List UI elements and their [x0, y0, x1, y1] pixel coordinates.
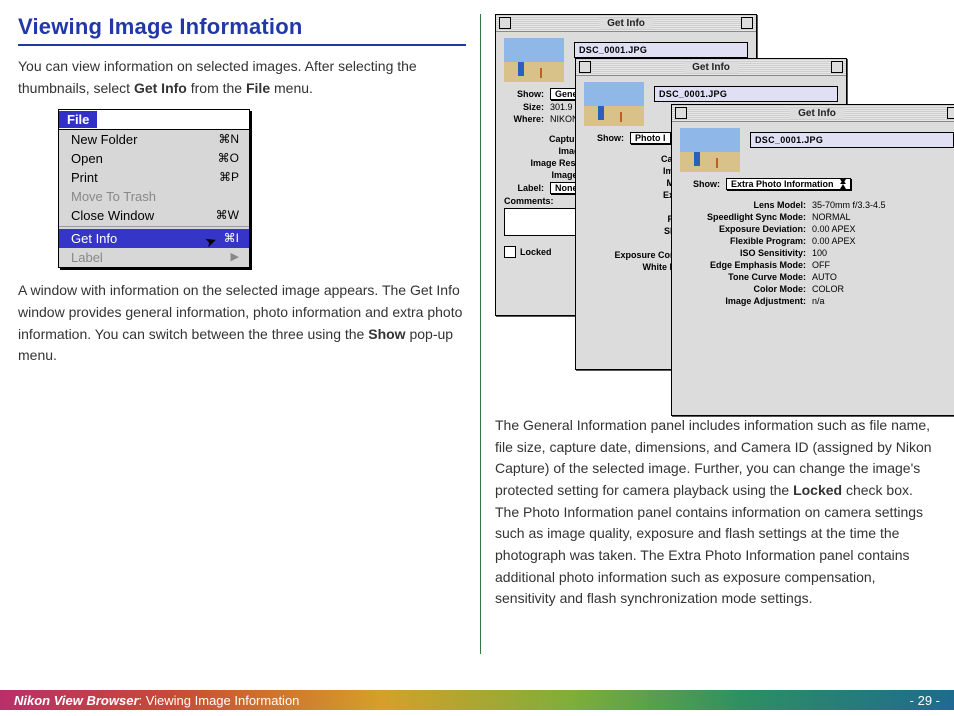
submenu-arrow-icon: ▶: [231, 250, 239, 265]
zoom-icon[interactable]: [831, 61, 843, 73]
info-label: Flexible Program:: [680, 236, 806, 246]
thumbnail: [504, 38, 564, 82]
menu-item-label: Close Window: [71, 208, 154, 223]
titlebar: Get Info: [496, 15, 756, 32]
info-value: AUTO: [812, 272, 837, 282]
filename: DSC_0001.JPG: [574, 42, 748, 58]
text: check box. The Photo Information panel c…: [495, 482, 923, 606]
thumbnail: [680, 128, 740, 172]
label: Size:: [504, 102, 544, 112]
menu-item-label: Move To Trash: [71, 189, 156, 204]
intro-paragraph: You can view information on selected ima…: [18, 56, 466, 99]
filename: DSC_0001.JPG: [654, 86, 838, 102]
show-label: Show:: [680, 179, 720, 189]
label: Label:: [504, 183, 544, 193]
show-dropdown[interactable]: Extra Photo Information: [726, 178, 851, 190]
page-footer: Nikon View Browser: Viewing Image Inform…: [0, 690, 954, 710]
window-title: Get Info: [599, 18, 653, 29]
info-value: 0.00 APEX: [812, 236, 856, 246]
menu-item-open[interactable]: Open ⌘O: [59, 149, 249, 168]
info-label: Color Mode:: [680, 284, 806, 294]
dropdown-arrows-icon: [840, 179, 846, 189]
text: from the: [187, 80, 246, 96]
file-menu: File New Folder ⌘N Open ⌘O Print ⌘P Move To Tr…: [58, 109, 250, 268]
show-label: Show:: [584, 133, 624, 143]
dropdown-value: Photo I: [635, 133, 666, 143]
info-label: Lens Model:: [680, 200, 806, 210]
info-label: Tone Curve Mode:: [680, 272, 806, 282]
window-title: Get Info: [684, 62, 738, 73]
info-value: COLOR: [812, 284, 844, 294]
filename: DSC_0001.JPG: [750, 132, 954, 148]
info-label: Exposure Deviation:: [680, 224, 806, 234]
footer-section: : Viewing Image Information: [139, 693, 300, 708]
menu-item-label: Open: [71, 151, 103, 166]
text: menu.: [270, 80, 313, 96]
bold-show: Show: [368, 326, 405, 342]
column-divider: [480, 14, 481, 654]
info-value: OFF: [812, 260, 830, 270]
menu-item-label: Label ▶: [59, 248, 249, 267]
info-value: 100: [812, 248, 827, 258]
footer-page: - 29 -: [910, 693, 940, 708]
info-value: NORMAL: [812, 212, 851, 222]
close-icon[interactable]: [579, 61, 591, 73]
label: Where:: [504, 114, 544, 124]
zoom-icon[interactable]: [741, 17, 753, 29]
footer-left: Nikon View Browser: Viewing Image Inform…: [14, 693, 299, 708]
bold-get-info: Get Info: [134, 80, 187, 96]
menu-shortcut: ⌘N: [218, 132, 239, 147]
info-label: Edge Emphasis Mode:: [680, 260, 806, 270]
titlebar: Get Info: [672, 105, 954, 122]
window-cascade: Get Info DSC_0001.JPG Show: Genera: [495, 14, 936, 399]
right-paragraph: The General Information panel includes i…: [495, 415, 936, 610]
menu-item-move-to-trash: Move To Trash: [59, 187, 249, 206]
menu-item-print[interactable]: Print ⌘P: [59, 168, 249, 187]
titlebar: Get Info: [576, 59, 846, 76]
close-icon[interactable]: [499, 17, 511, 29]
info-value: 0.00 APEX: [812, 224, 856, 234]
info-label: Speedlight Sync Mode:: [680, 212, 806, 222]
menu-title-file[interactable]: File: [59, 111, 97, 128]
page-title: Viewing Image Information: [18, 14, 466, 40]
menu-item-get-info[interactable]: Get Info⌘I➤: [59, 229, 249, 248]
dropdown-value: Extra Photo Information: [731, 179, 834, 189]
info-value: 35-70mm f/3.3-4.5: [812, 200, 886, 210]
menu-item-label: Print: [71, 170, 98, 185]
comments-label: Comments:: [504, 196, 562, 206]
menubar: File: [59, 110, 249, 130]
menu-item-label: Label: [71, 250, 103, 265]
explain-paragraph: A window with information on the selecte…: [18, 280, 466, 367]
close-icon[interactable]: [675, 107, 687, 119]
bold-locked: Locked: [793, 482, 842, 498]
info-label: ISO Sensitivity:: [680, 248, 806, 258]
window-title: Get Info: [790, 108, 844, 119]
menu-item-label: Get Info: [71, 231, 117, 246]
locked-label: Locked: [520, 247, 552, 257]
zoom-icon[interactable]: [947, 107, 954, 119]
checkbox-icon[interactable]: [504, 246, 516, 258]
value: 301.9: [550, 102, 573, 112]
menu-item-label: New Folder: [71, 132, 137, 147]
menu-shortcut: ⌘W: [216, 208, 239, 223]
thumbnail: [584, 82, 644, 126]
info-value: n/a: [812, 296, 825, 306]
menu-shortcut: ⌘O: [218, 151, 239, 166]
menu-item-new-folder[interactable]: New Folder ⌘N: [59, 130, 249, 149]
footer-app: Nikon View Browser: [14, 693, 139, 708]
menu-shortcut: ⌘P: [219, 170, 239, 185]
show-dropdown[interactable]: Photo I: [630, 132, 671, 144]
menu-shortcut: ⌘I: [224, 231, 239, 246]
show-label: Show:: [504, 89, 544, 99]
title-rule: [18, 44, 466, 46]
info-label: Image Adjustment:: [680, 296, 806, 306]
menu-item-close-window[interactable]: Close Window ⌘W: [59, 206, 249, 227]
get-info-window-extra: Get Info DSC_0001.JPG Show: Extra Photo …: [671, 104, 954, 416]
bold-file: File: [246, 80, 270, 96]
